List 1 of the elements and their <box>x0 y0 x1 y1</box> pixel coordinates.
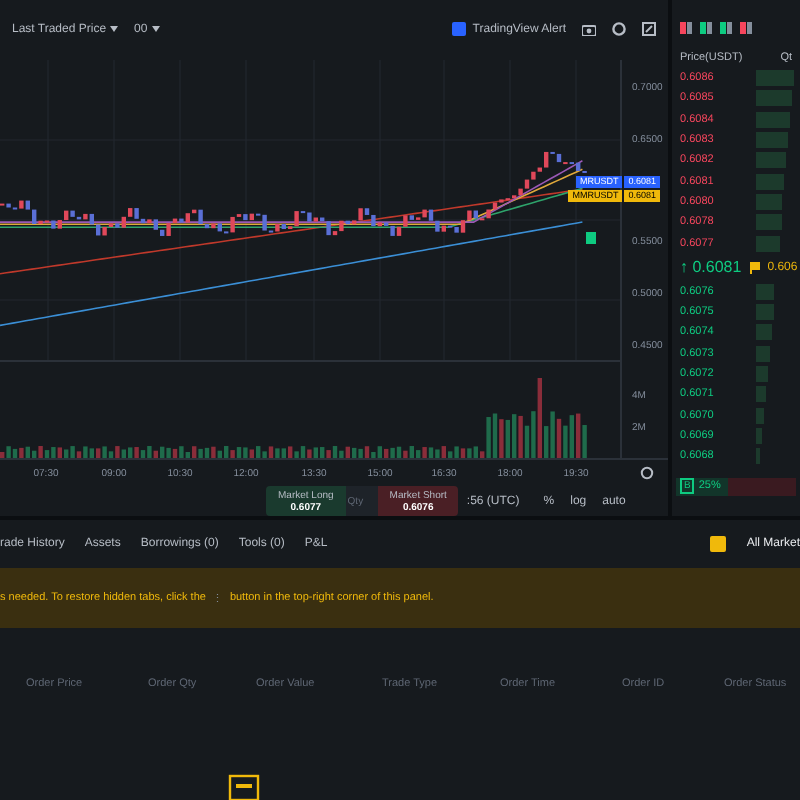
last-price: ↑ 0.6081 <box>680 258 742 277</box>
